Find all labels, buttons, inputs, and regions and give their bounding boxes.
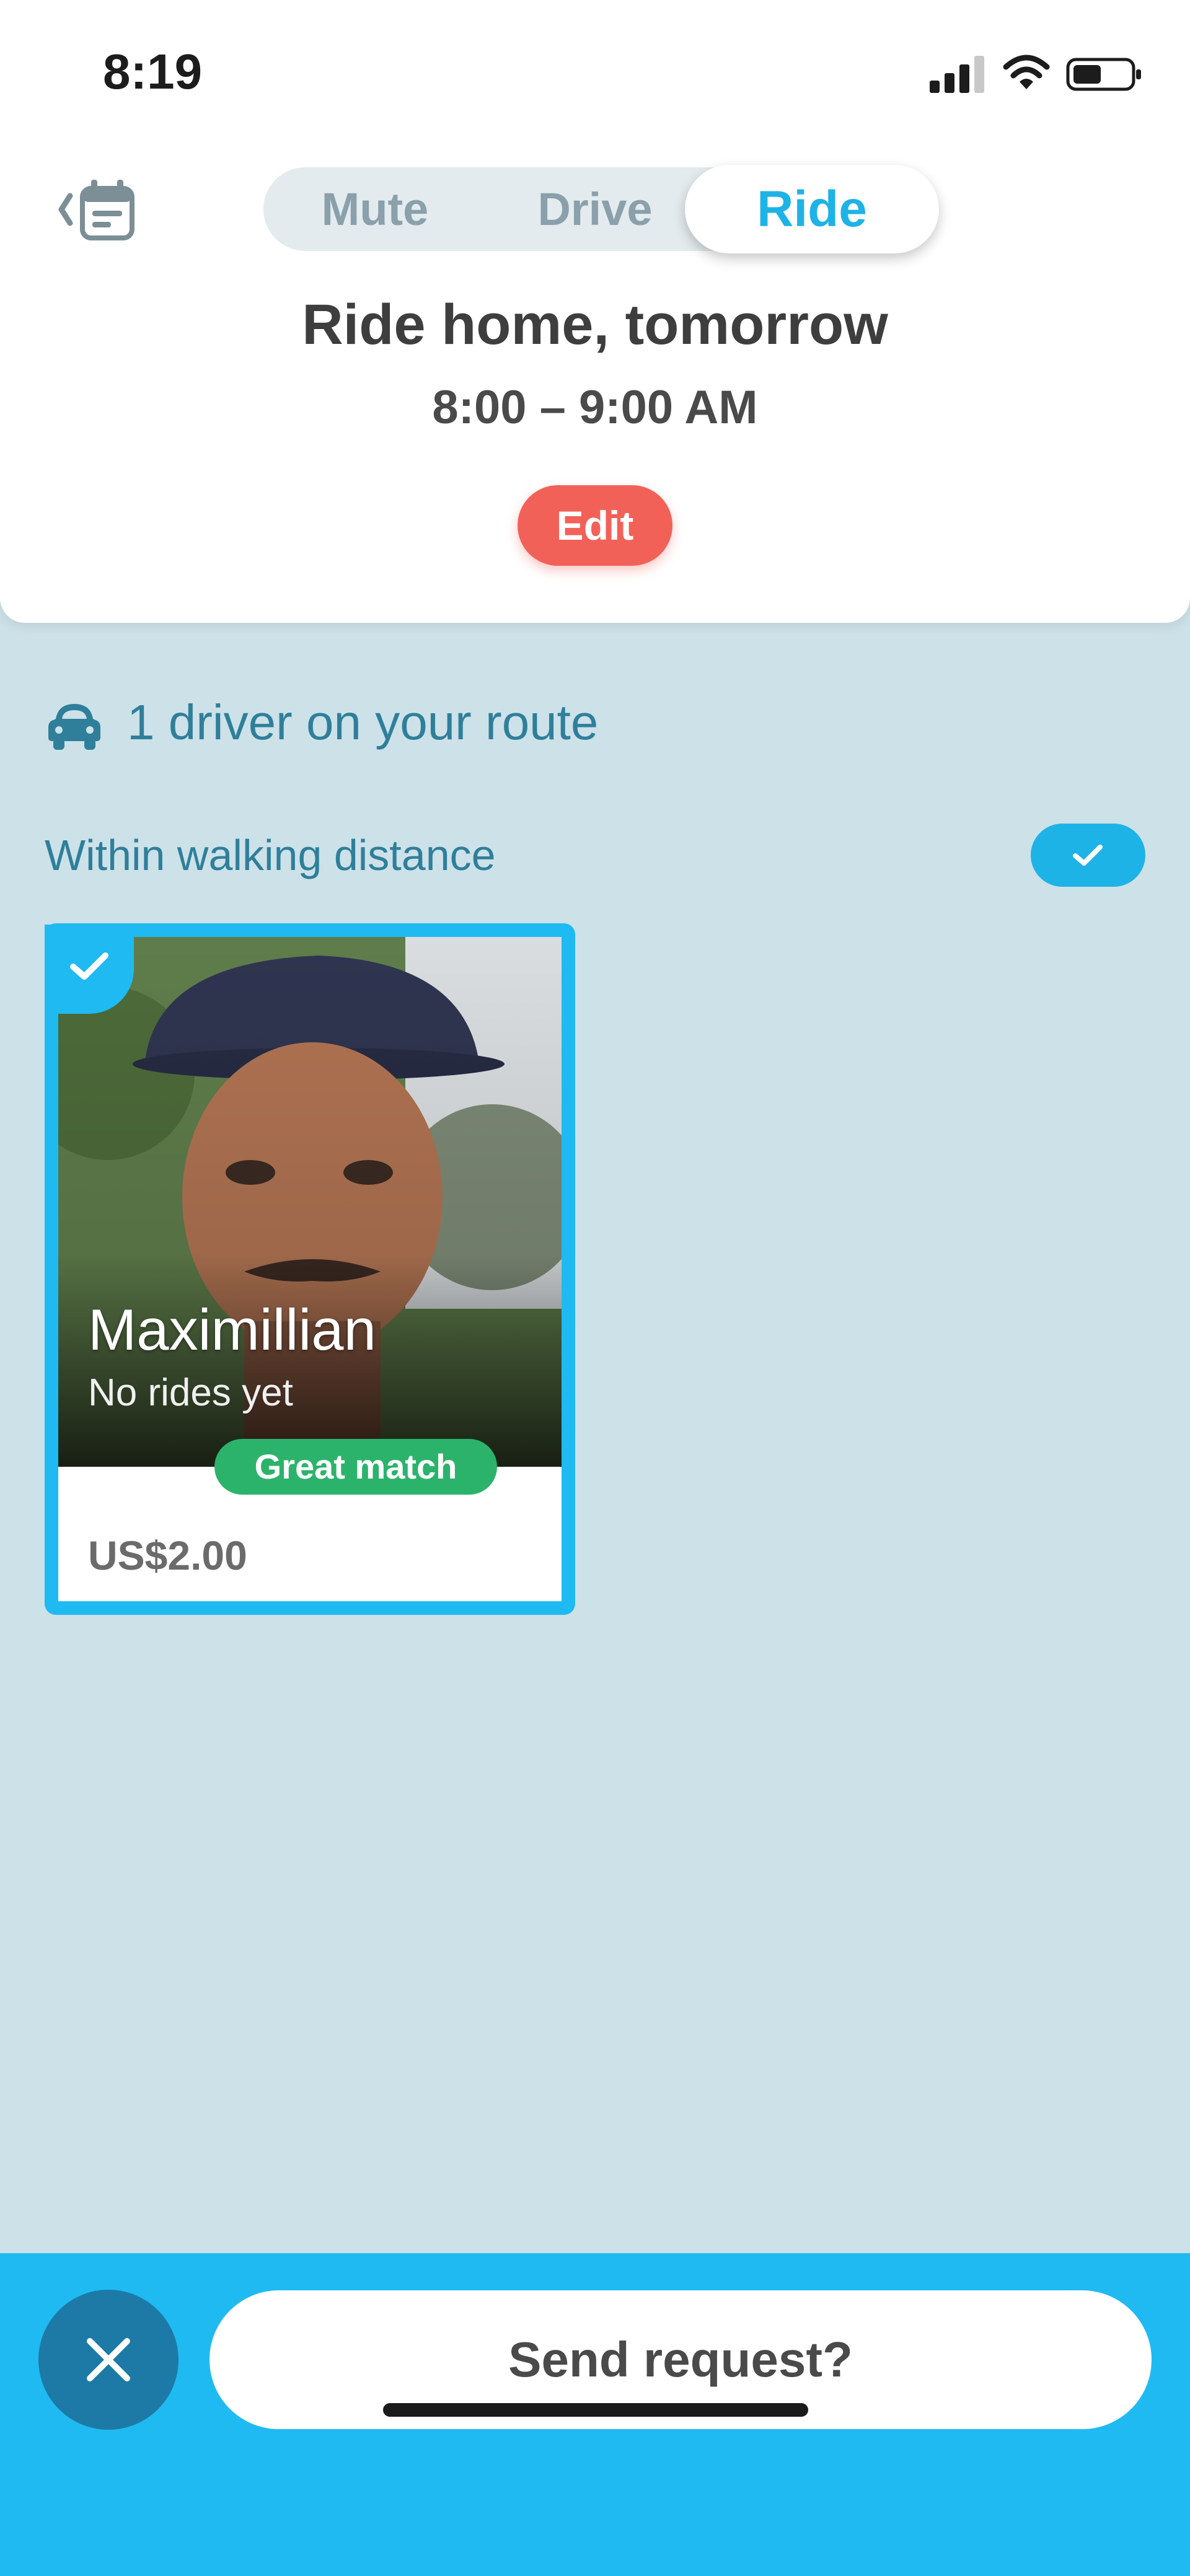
back-calendar-icon[interactable] [53,175,139,243]
match-badge: Great match [214,1439,497,1495]
driver-rides: No rides yet [88,1371,293,1414]
status-time: 8:19 [103,44,203,99]
home-indicator [383,2403,808,2417]
edit-button[interactable]: Edit [518,485,672,566]
card-selected-check [45,925,134,1014]
car-icon [48,704,100,750]
page-title: Ride home, tomorrow [302,293,888,356]
close-button[interactable] [38,2290,178,2430]
walking-distance-label: Within walking distance [45,831,496,879]
check-icon [1073,845,1103,866]
drivers-count-text: 1 driver on your route [127,695,599,750]
close-icon [87,2338,130,2381]
driver-price: US$2.00 [88,1532,247,1578]
check-icon [70,952,108,980]
walking-distance-toggle[interactable] [1031,824,1145,887]
cellular-signal-icon [930,56,984,93]
tab-ride[interactable]: Ride [685,165,939,253]
driver-card[interactable]: Maximillian No rides yet Great match US$… [45,923,575,1615]
driver-name: Maximillian [88,1297,376,1362]
battery-icon [1066,58,1141,91]
wifi-icon [1003,55,1050,89]
driver-photo: Maximillian No rides yet [58,937,562,1467]
tab-mute[interactable]: Mute [263,167,487,251]
time-range: 8:00 – 9:00 AM [432,381,758,434]
tab-drive[interactable]: Drive [483,167,707,251]
mode-segmented-control: Mute Drive Ride [263,165,939,253]
